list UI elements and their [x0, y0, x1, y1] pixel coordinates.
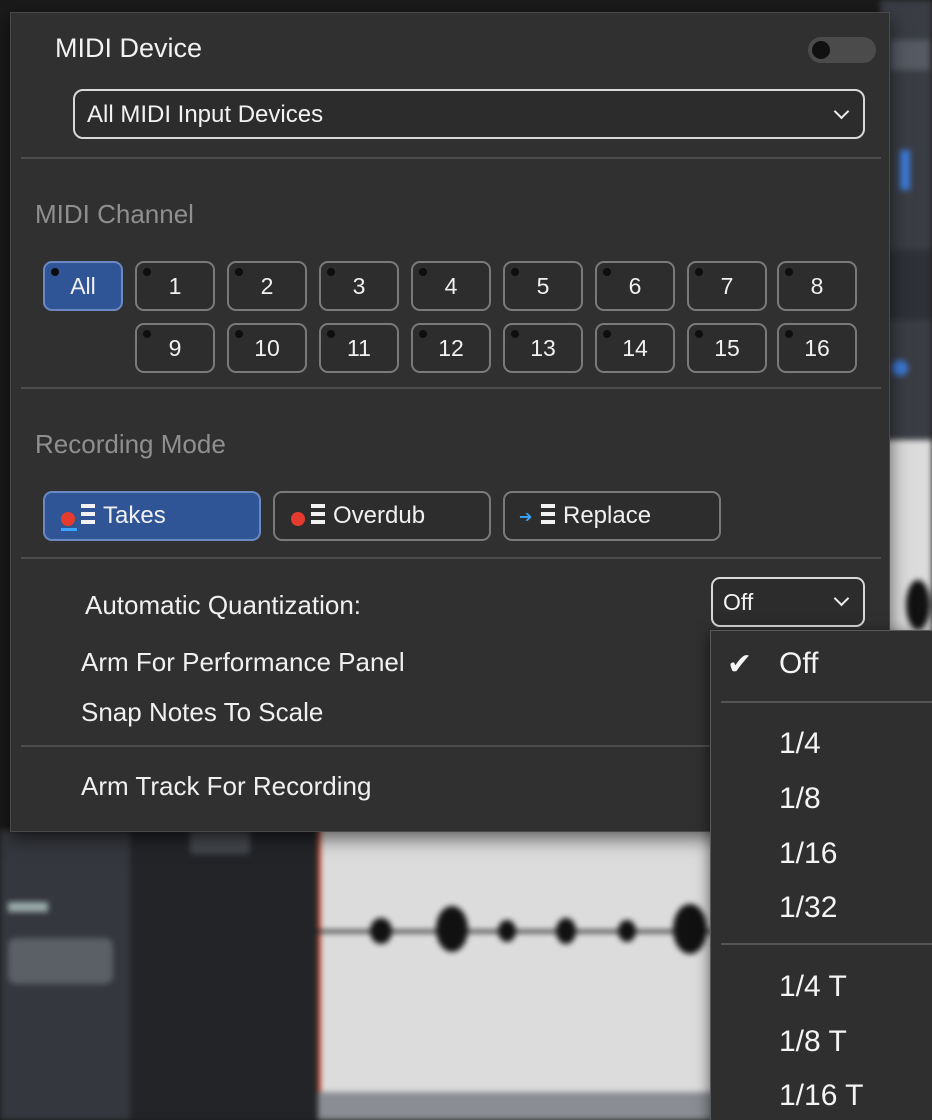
channel-button-label: 11 — [347, 334, 371, 361]
midi-channel-title: MIDI Channel — [35, 199, 194, 229]
channel-button-label: All — [70, 272, 96, 299]
channel-button-16[interactable]: 16 — [777, 323, 857, 373]
channel-button-label: 9 — [168, 334, 182, 361]
channel-indicator-dot — [695, 268, 703, 276]
channel-button-12[interactable]: 12 — [411, 323, 491, 373]
channel-button-label: 15 — [714, 334, 740, 361]
menu-item-1-16-triplet[interactable]: 1/16 T — [779, 1079, 864, 1113]
channel-button-2[interactable]: 2 — [227, 261, 307, 311]
midi-device-toggle[interactable] — [808, 37, 876, 63]
overdub-icon — [289, 502, 325, 530]
toggle-knob — [812, 41, 830, 59]
mode-button-label: Overdub — [333, 502, 426, 529]
channel-button-label: 1 — [168, 272, 182, 299]
channel-button-7[interactable]: 7 — [687, 261, 767, 311]
recording-mode-title: Recording Mode — [35, 429, 226, 459]
channel-button-label: 4 — [444, 272, 458, 299]
channel-indicator-dot — [143, 268, 151, 276]
menu-item-1-4-triplet[interactable]: 1/4 T — [779, 970, 847, 1004]
chevron-down-icon — [833, 103, 850, 120]
channel-indicator-dot — [235, 330, 243, 338]
menu-separator — [721, 943, 932, 945]
channel-button-10[interactable]: 10 — [227, 323, 307, 373]
divider — [21, 387, 881, 389]
channel-button-1[interactable]: 1 — [135, 261, 215, 311]
channel-button-label: 7 — [720, 272, 734, 299]
channel-button-4[interactable]: 4 — [411, 261, 491, 311]
channel-button-6[interactable]: 6 — [595, 261, 675, 311]
channel-button-label: 16 — [804, 334, 830, 361]
channel-indicator-dot — [419, 330, 427, 338]
divider — [21, 157, 881, 159]
channel-button-11[interactable]: 11 — [319, 323, 399, 373]
channel-button-label: 5 — [536, 272, 550, 299]
auto-quantization-label: Automatic Quantization: — [85, 590, 362, 620]
channel-button-8[interactable]: 8 — [777, 261, 857, 311]
divider — [21, 557, 881, 559]
channel-indicator-dot — [419, 268, 427, 276]
channel-button-label: 13 — [530, 334, 556, 361]
mode-button-label: Replace — [563, 502, 652, 529]
channel-indicator-dot — [143, 330, 151, 338]
channel-button-9[interactable]: 9 — [135, 323, 215, 373]
mode-button-label: Takes — [103, 502, 166, 529]
midi-device-select[interactable]: All MIDI Input Devices — [73, 89, 865, 139]
channel-button-label: 2 — [260, 272, 274, 299]
channel-button-label: 10 — [254, 334, 280, 361]
channel-indicator-dot — [235, 268, 243, 276]
menu-item-1-8-triplet[interactable]: 1/8 T — [779, 1025, 847, 1059]
checkmark-icon: ✔ — [727, 648, 753, 681]
divider — [21, 745, 711, 747]
mode-button-takes[interactable]: Takes — [43, 491, 261, 541]
channel-button-all[interactable]: All — [43, 261, 123, 311]
screen: MIDI Device All MIDI Input Devices MIDI … — [0, 0, 932, 1120]
auto-quantization-select-value: Off — [723, 589, 754, 615]
channel-indicator-dot — [695, 330, 703, 338]
background-left-column — [0, 830, 130, 1120]
channel-button-label: 12 — [438, 334, 464, 361]
channel-indicator-dot — [511, 268, 519, 276]
mode-button-overdub[interactable]: Overdub — [273, 491, 491, 541]
channel-indicator-dot — [603, 330, 611, 338]
mode-button-replace[interactable]: ➔ Replace — [503, 491, 721, 541]
channel-indicator-dot — [785, 268, 793, 276]
menu-item-off[interactable]: Off — [779, 647, 818, 681]
replace-icon: ➔ — [519, 502, 555, 530]
channel-button-label: 6 — [628, 272, 642, 299]
midi-device-select-value: All MIDI Input Devices — [87, 101, 324, 128]
channel-indicator-dot — [327, 268, 335, 276]
background-middle-column — [130, 830, 318, 1120]
menu-item-1-32[interactable]: 1/32 — [779, 891, 837, 925]
channel-button-label: 3 — [352, 272, 366, 299]
channel-button-13[interactable]: 13 — [503, 323, 583, 373]
channel-button-5[interactable]: 5 — [503, 261, 583, 311]
arm-track-option[interactable]: Arm Track For Recording — [81, 771, 371, 802]
channel-button-15[interactable]: 15 — [687, 323, 767, 373]
channel-indicator-dot — [51, 268, 59, 276]
channel-button-label: 8 — [810, 272, 824, 299]
menu-item-1-16[interactable]: 1/16 — [779, 837, 837, 871]
takes-icon — [59, 502, 95, 531]
auto-quantization-select[interactable]: Off — [711, 577, 865, 627]
menu-item-1-8[interactable]: 1/8 — [779, 782, 821, 816]
channel-indicator-dot — [511, 330, 519, 338]
channel-button-label: 14 — [622, 334, 648, 361]
snap-notes-option[interactable]: Snap Notes To Scale — [81, 697, 323, 728]
channel-indicator-dot — [327, 330, 335, 338]
quantization-dropdown-menu: ✔ Off 1/4 1/8 1/16 1/32 1/4 T 1/8 T 1/16… — [710, 630, 932, 1120]
midi-device-title: MIDI Device — [55, 33, 203, 63]
menu-separator — [721, 701, 932, 703]
channel-indicator-dot — [785, 330, 793, 338]
background-scrollbar — [318, 1092, 718, 1120]
chevron-down-icon — [833, 590, 850, 607]
channel-button-14[interactable]: 14 — [595, 323, 675, 373]
channel-indicator-dot — [603, 268, 611, 276]
menu-item-1-4[interactable]: 1/4 — [779, 727, 821, 761]
arm-performance-panel-option[interactable]: Arm For Performance Panel — [81, 647, 405, 678]
channel-button-3[interactable]: 3 — [319, 261, 399, 311]
